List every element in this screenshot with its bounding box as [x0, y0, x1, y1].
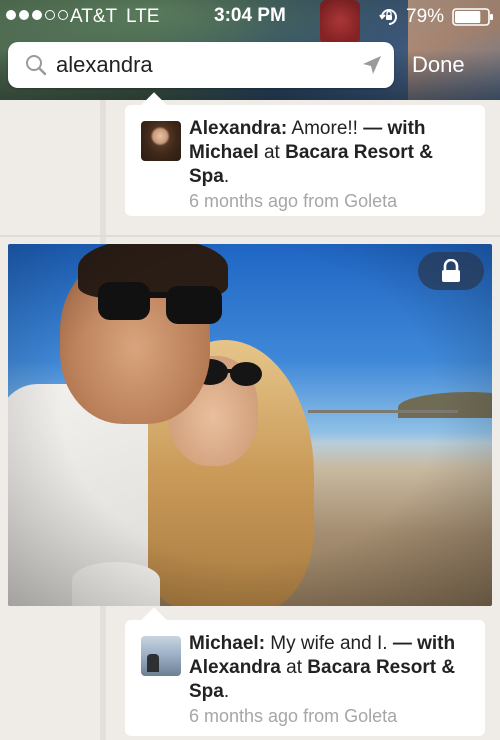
- author-name[interactable]: Michael:: [189, 633, 265, 654]
- caption-text: Michael: My wife and I. — with Alexandra…: [189, 632, 475, 728]
- at-word: at: [258, 142, 286, 163]
- post-caption-card[interactable]: Michael: My wife and I. — with Alexandra…: [125, 607, 485, 736]
- post-caption-card[interactable]: Alexandra: Amore!! — with Michael at Bac…: [125, 92, 485, 216]
- caption-message: Amore!!: [287, 118, 364, 139]
- network-type: LTE: [126, 6, 160, 27]
- photo-vignette: [8, 244, 492, 606]
- post-meta: 6 months ago from Goleta: [189, 706, 398, 726]
- caption-notch: [141, 607, 167, 633]
- caption-period: .: [223, 166, 230, 187]
- author-name[interactable]: Alexandra:: [189, 118, 287, 139]
- privacy-badge[interactable]: [418, 252, 484, 290]
- post-meta: 6 months ago from Goleta: [189, 191, 398, 211]
- done-button[interactable]: Done: [412, 50, 498, 80]
- search-input[interactable]: [56, 42, 346, 88]
- with-dash: — with: [392, 633, 456, 654]
- caption-period: .: [223, 681, 230, 702]
- search-icon: [26, 55, 47, 76]
- with-dash: — with: [363, 118, 426, 139]
- caption-text: Alexandra: Amore!! — with Michael at Bac…: [189, 117, 475, 213]
- carrier-name: AT&T: [70, 6, 118, 27]
- lock-icon: [442, 259, 460, 282]
- orientation-lock-icon: [379, 9, 397, 25]
- post-divider: [0, 235, 500, 237]
- signal-strength-icon: [6, 10, 68, 20]
- avatar[interactable]: [141, 121, 181, 161]
- search-bar[interactable]: [8, 42, 394, 88]
- status-bar: AT&T LTE 3:04 PM 79%: [0, 0, 500, 34]
- avatar[interactable]: [141, 636, 181, 676]
- caption-message: My wife and I.: [265, 633, 393, 654]
- location-arrow-icon[interactable]: [360, 53, 384, 77]
- battery-percentage: 79%: [406, 6, 445, 27]
- tagged-person[interactable]: Alexandra: [189, 657, 281, 678]
- header-background: AT&T LTE 3:04 PM 79% Done: [0, 0, 500, 100]
- at-word: at: [280, 657, 308, 678]
- status-time: 3:04 PM: [214, 5, 286, 26]
- battery-icon: [452, 8, 493, 26]
- post-photo[interactable]: [8, 244, 492, 606]
- tagged-person[interactable]: Michael: [189, 142, 259, 163]
